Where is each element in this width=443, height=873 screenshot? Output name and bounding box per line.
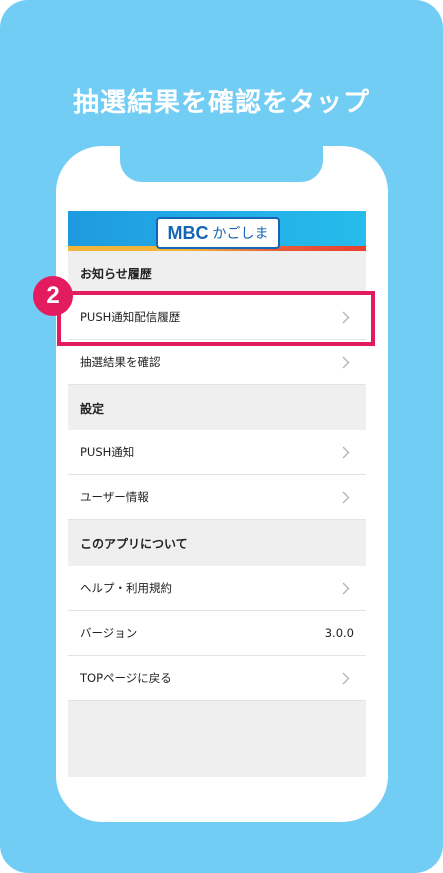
section-header-settings: 設定 (68, 386, 366, 430)
chevron-right-icon (342, 445, 354, 459)
section-header-notification-history: お知らせ履歴 (68, 251, 366, 295)
chevron-right-icon (342, 355, 354, 369)
app-header-banner: MBC かごしま (68, 211, 366, 251)
mbc-kagoshima-logo: MBC かごしま (156, 217, 280, 249)
instruction-heading: 抽選結果を確認をタップ (72, 88, 370, 118)
version-value: 3.0.0 (324, 626, 354, 640)
menu-item-label: PUSH通知 (80, 445, 135, 459)
menu-item-push-notification[interactable]: PUSH通知 (68, 430, 366, 475)
chevron-right-icon (342, 671, 354, 685)
menu-item-label: ユーザー情報 (80, 490, 149, 504)
menu-item-back-to-top[interactable]: TOPページに戻る (68, 656, 366, 701)
menu-item-version: バージョン 3.0.0 (68, 611, 366, 656)
phone-notch (120, 146, 323, 182)
menu-item-label: ヘルプ・利用規約 (80, 581, 172, 595)
highlight-box (57, 291, 375, 346)
logo-brand: MBC (167, 222, 209, 243)
menu-item-label: TOPページに戻る (80, 671, 172, 685)
menu-item-help-terms[interactable]: ヘルプ・利用規約 (68, 566, 366, 611)
chevron-right-icon (342, 581, 354, 595)
tutorial-card: 抽選結果を確認をタップ MBC かごしま お知らせ履歴 PUSH通知配信履歴 抽… (0, 0, 443, 873)
menu-item-label: 抽選結果を確認 (80, 355, 161, 369)
step-number-badge: 2 (33, 276, 73, 316)
logo-kana: かごしま (212, 226, 269, 242)
chevron-right-icon (342, 490, 354, 504)
menu-item-user-info[interactable]: ユーザー情報 (68, 475, 366, 520)
section-header-about-app: このアプリについて (68, 521, 366, 565)
menu-item-label: バージョン (80, 626, 138, 640)
menu-item-check-lottery-results[interactable]: 抽選結果を確認 (68, 340, 366, 385)
